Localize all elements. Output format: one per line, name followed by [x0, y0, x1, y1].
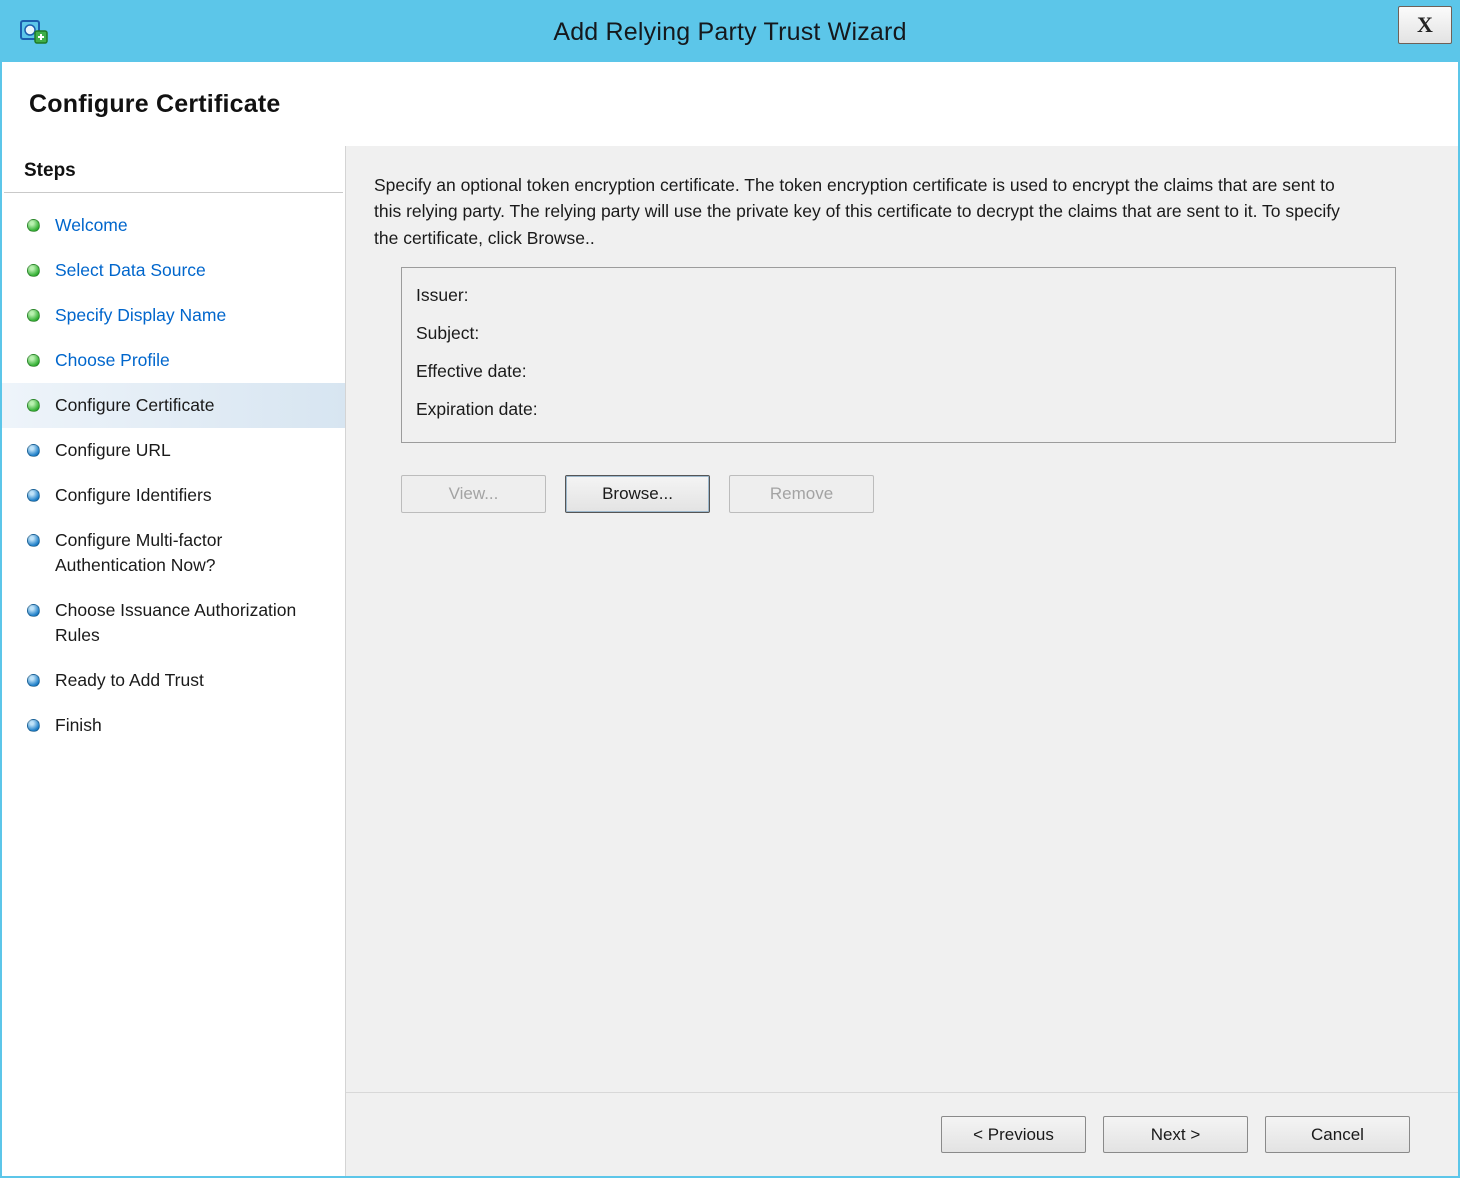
- sidebar-step-choose-issuance-authorization-rules: Choose Issuance Authorization Rules: [2, 588, 345, 658]
- step-status-icon: [27, 219, 40, 232]
- close-button[interactable]: X: [1398, 6, 1452, 44]
- description-text: Specify an optional token encryption cer…: [374, 175, 1340, 248]
- step-label: Specify Display Name: [55, 305, 227, 325]
- steps-sidebar: Steps Welcome Select Data Source Specify D…: [2, 146, 346, 1176]
- remove-button[interactable]: Remove: [729, 474, 874, 513]
- step-status-icon: [27, 489, 40, 502]
- certificate-field-label: Subject:: [416, 322, 480, 343]
- certificate-field-label: Issuer:: [416, 284, 469, 305]
- sidebar-step-select-data-source[interactable]: Select Data Source: [2, 248, 345, 293]
- step-status-icon: [27, 534, 40, 547]
- certificate-field-row: Subject:: [416, 322, 1381, 345]
- step-status-icon: [27, 399, 40, 412]
- steps-heading: Steps: [4, 160, 343, 193]
- certificate-button-row: View... Browse... Remove: [401, 474, 1428, 513]
- step-label: Configure Multi-factor Authentication No…: [55, 530, 223, 575]
- certificate-field-row: Issuer:: [416, 284, 1381, 307]
- titlebar: Add Relying Party Trust Wizard X: [2, 2, 1458, 62]
- view-button[interactable]: View...: [401, 474, 546, 513]
- sidebar-step-configure-url: Configure URL: [2, 428, 345, 473]
- content-column: Specify an optional token encryption cer…: [346, 146, 1458, 1176]
- sidebar-step-configure-multi-factor-authentication-now: Configure Multi-factor Authentication No…: [2, 518, 345, 588]
- step-label: Finish: [55, 715, 102, 735]
- certificate-field-row: Effective date:: [416, 360, 1381, 383]
- sidebar-step-ready-to-add-trust: Ready to Add Trust: [2, 658, 345, 703]
- footer-bar: < Previous Next > Cancel: [346, 1092, 1458, 1176]
- adfs-wizard-icon: [18, 16, 50, 48]
- step-status-icon: [27, 354, 40, 367]
- sidebar-step-choose-profile[interactable]: Choose Profile: [2, 338, 345, 383]
- window-title: Add Relying Party Trust Wizard: [553, 17, 907, 46]
- step-label: Ready to Add Trust: [55, 670, 204, 690]
- page-title: Configure Certificate: [29, 89, 281, 118]
- step-status-icon: [27, 604, 40, 617]
- step-status-icon: [27, 264, 40, 277]
- certificate-field-label: Expiration date:: [416, 398, 538, 419]
- cancel-button[interactable]: Cancel: [1265, 1116, 1410, 1153]
- certificate-details-box: Issuer: Subject: Effective date: Expiration…: [401, 266, 1396, 443]
- step-label: Choose Issuance Authorization Rules: [55, 600, 297, 645]
- page-header: Configure Certificate: [2, 62, 1458, 146]
- sidebar-step-configure-certificate: Configure Certificate: [2, 383, 345, 428]
- step-label: Configure Identifiers: [55, 485, 212, 505]
- step-label: Configure URL: [55, 440, 171, 460]
- browse-button[interactable]: Browse...: [565, 474, 710, 513]
- certificate-field-label: Effective date:: [416, 360, 527, 381]
- step-label: Select Data Source: [55, 260, 206, 280]
- step-status-icon: [27, 719, 40, 732]
- step-label: Choose Profile: [55, 350, 170, 370]
- sidebar-step-specify-display-name[interactable]: Specify Display Name: [2, 293, 345, 338]
- main-content: Specify an optional token encryption cer…: [346, 146, 1458, 1092]
- step-status-icon: [27, 309, 40, 322]
- step-label: Configure Certificate: [55, 395, 215, 415]
- next-button[interactable]: Next >: [1103, 1116, 1248, 1153]
- previous-button[interactable]: < Previous: [941, 1116, 1086, 1153]
- step-status-icon: [27, 444, 40, 457]
- certificate-field-row: Expiration date:: [416, 398, 1381, 421]
- wizard-body: Steps Welcome Select Data Source Specify D…: [2, 146, 1458, 1176]
- steps-list: Welcome Select Data Source Specify Display…: [2, 203, 345, 748]
- wizard-window: Add Relying Party Trust Wizard X Configu…: [0, 0, 1460, 1178]
- sidebar-step-configure-identifiers: Configure Identifiers: [2, 473, 345, 518]
- sidebar-step-finish: Finish: [2, 703, 345, 748]
- sidebar-step-welcome[interactable]: Welcome: [2, 203, 345, 248]
- step-label: Welcome: [55, 215, 128, 235]
- step-status-icon: [27, 674, 40, 687]
